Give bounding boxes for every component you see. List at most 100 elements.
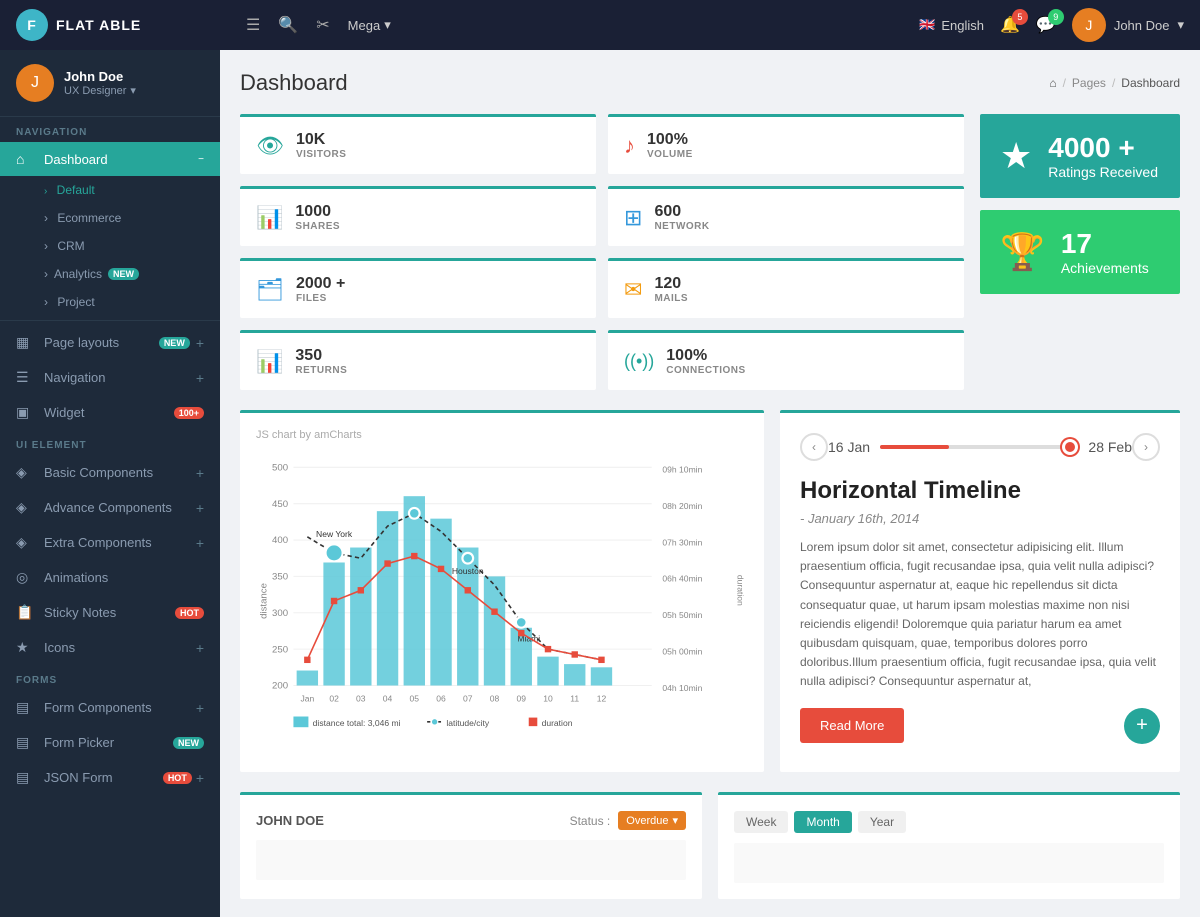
stat-card-visitors: 👁 10K VISITORS [240,114,596,174]
timeline-date-end: 28 Feb [1088,439,1132,455]
svg-text:08: 08 [490,694,500,704]
advance-comp-icon: ◈ [16,499,34,516]
sidebar-sub-ecommerce[interactable]: › Ecommerce [0,204,220,232]
svg-text:02: 02 [329,694,339,704]
breadcrumb: ⌂ / Pages / Dashboard [1049,76,1180,90]
year-btn[interactable]: Year [858,811,906,833]
stat-label: FILES [296,293,345,304]
form-picker-badge: NEW [173,737,204,749]
stat-value: 1000 [295,203,340,221]
widget-badge: 100+ [174,407,204,419]
achievements-icon: 🏆 [1000,231,1045,273]
volume-icon: ♪ [624,133,635,159]
app-logo[interactable]: F FLAT ABLE [16,9,226,41]
timeline-subtitle: - January 16th, 2014 [800,511,1160,526]
svg-text:07h 30min: 07h 30min [662,537,702,547]
stats-left: 👁 10K VISITORS ♪ 100% VOLUME 📊 [240,114,964,390]
status-badge[interactable]: Overdue ▾ [618,811,686,830]
stat-card-connections: ((•)) 100% CONNECTIONS [608,330,964,390]
sidebar-sub-project[interactable]: › Project [0,288,220,316]
sidebar-item-form-components[interactable]: ▤ Form Components + [0,690,220,725]
stat-value: 10K [296,131,347,149]
plus-icon: + [196,370,204,386]
shares-icon: 📊 [256,205,283,231]
returns-icon: 📊 [256,349,283,375]
svg-text:200: 200 [272,681,288,692]
stat-card-shares: 📊 1000 SHARES [240,186,596,246]
stat-value: 2000 + [296,275,345,293]
timeline-text: Lorem ipsum dolor sit amet, consectetur … [800,538,1160,692]
files-icon: 🗂 [256,277,284,303]
timeline-date-start: 16 Jan [828,439,870,455]
svg-text:12: 12 [597,694,607,704]
mails-icon: ✉ [624,277,642,303]
language-selector[interactable]: 🇬🇧 English [919,17,984,33]
week-btn[interactable]: Week [734,811,788,833]
sidebar-sub-analytics[interactable]: › Analytics NEW [0,260,220,288]
chart-title: JS chart by amCharts [256,429,748,441]
bottom-row: JOHN DOE Status : Overdue ▾ Week Mon [240,792,1180,899]
svg-text:08h 20min: 08h 20min [662,501,702,511]
user-menu[interactable]: J John Doe ▾ [1072,8,1184,42]
svg-text:10: 10 [543,694,553,704]
home-icon[interactable]: ⌂ [1049,76,1056,90]
stat-value: 350 [295,347,347,365]
mega-dropdown[interactable]: Mega ▾ [348,17,391,33]
bottom-left-title: JOHN DOE [256,813,324,828]
hamburger-icon[interactable]: ☰ [246,15,260,35]
sticky-hot-badge: HOT [175,607,204,619]
svg-text:500: 500 [272,463,288,474]
stat-label: NETWORK [654,221,709,232]
timeline-prev-btn[interactable]: ‹ [800,433,828,461]
svg-text:09: 09 [516,694,526,704]
stat-value: 120 [654,275,688,293]
stat-value: 100% [666,347,745,365]
month-btn[interactable]: Month [794,811,851,833]
svg-text:05h 50min: 05h 50min [662,610,702,620]
svg-text:350: 350 [272,572,288,583]
sidebar-sub-default[interactable]: › Default [0,176,220,204]
svg-text:03: 03 [356,694,366,704]
bottom-chart-placeholder [256,840,686,880]
form-comp-icon: ▤ [16,699,34,716]
stat-label: VISITORS [296,149,347,160]
sidebar-sub-crm[interactable]: › CRM [0,232,220,260]
sidebar-item-advance-components[interactable]: ◈ Advance Components + [0,490,220,525]
sidebar-item-page-layouts[interactable]: ▦ Page layouts NEW + [0,325,220,360]
page-title: Dashboard [240,70,348,96]
sidebar-item-basic-components[interactable]: ◈ Basic Components + [0,455,220,490]
scissors-icon[interactable]: ✂ [316,15,329,35]
page-layouts-icon: ▦ [16,334,34,351]
timeline-slider[interactable] [880,445,1078,449]
sidebar-item-navigation[interactable]: ☰ Navigation + [0,360,220,395]
basic-comp-icon: ◈ [16,464,34,481]
bottom-card-left: JOHN DOE Status : Overdue ▾ [240,792,702,899]
search-icon[interactable]: 🔍 [278,15,298,35]
sidebar-item-json-form[interactable]: ▤ JSON Form HOT + [0,760,220,795]
plus-icon: + [196,500,204,516]
notifications-button[interactable]: 🔔 5 [1000,15,1020,35]
sidebar-item-animations[interactable]: ◎ Animations [0,560,220,595]
timeline-card: ‹ 16 Jan 28 Feb › Horizontal Timeline - … [780,410,1180,772]
sidebar-item-form-picker[interactable]: ▤ Form Picker NEW [0,725,220,760]
timeline-add-button[interactable]: + [1124,708,1160,744]
topnav-right: 🇬🇧 English 🔔 5 💬 9 J John Doe ▾ [919,8,1184,42]
sidebar-item-widget[interactable]: ▣ Widget 100+ [0,395,220,430]
svg-text:250: 250 [272,644,288,655]
json-form-icon: ▤ [16,769,34,786]
main-content: Dashboard ⌂ / Pages / Dashboard 👁 10K VI… [220,50,1200,917]
navigation-icon: ☰ [16,369,34,386]
sidebar-item-dashboard[interactable]: ⌂ Dashboard − [0,142,220,176]
json-form-badge: HOT [163,772,192,784]
read-more-button[interactable]: Read More [800,708,904,743]
period-buttons: Week Month Year [734,811,906,833]
timeline-next-btn[interactable]: › [1132,433,1160,461]
messages-button[interactable]: 💬 9 [1036,15,1056,35]
sidebar-user[interactable]: J John Doe UX Designer ▾ [0,50,220,117]
sidebar-item-icons[interactable]: ★ Icons + [0,630,220,665]
form-picker-icon: ▤ [16,734,34,751]
stat-label: SHARES [295,221,340,232]
sidebar-item-extra-components[interactable]: ◈ Extra Components + [0,525,220,560]
visitors-icon: 👁 [256,133,284,159]
sidebar-item-sticky-notes[interactable]: 📋 Sticky Notes HOT [0,595,220,630]
